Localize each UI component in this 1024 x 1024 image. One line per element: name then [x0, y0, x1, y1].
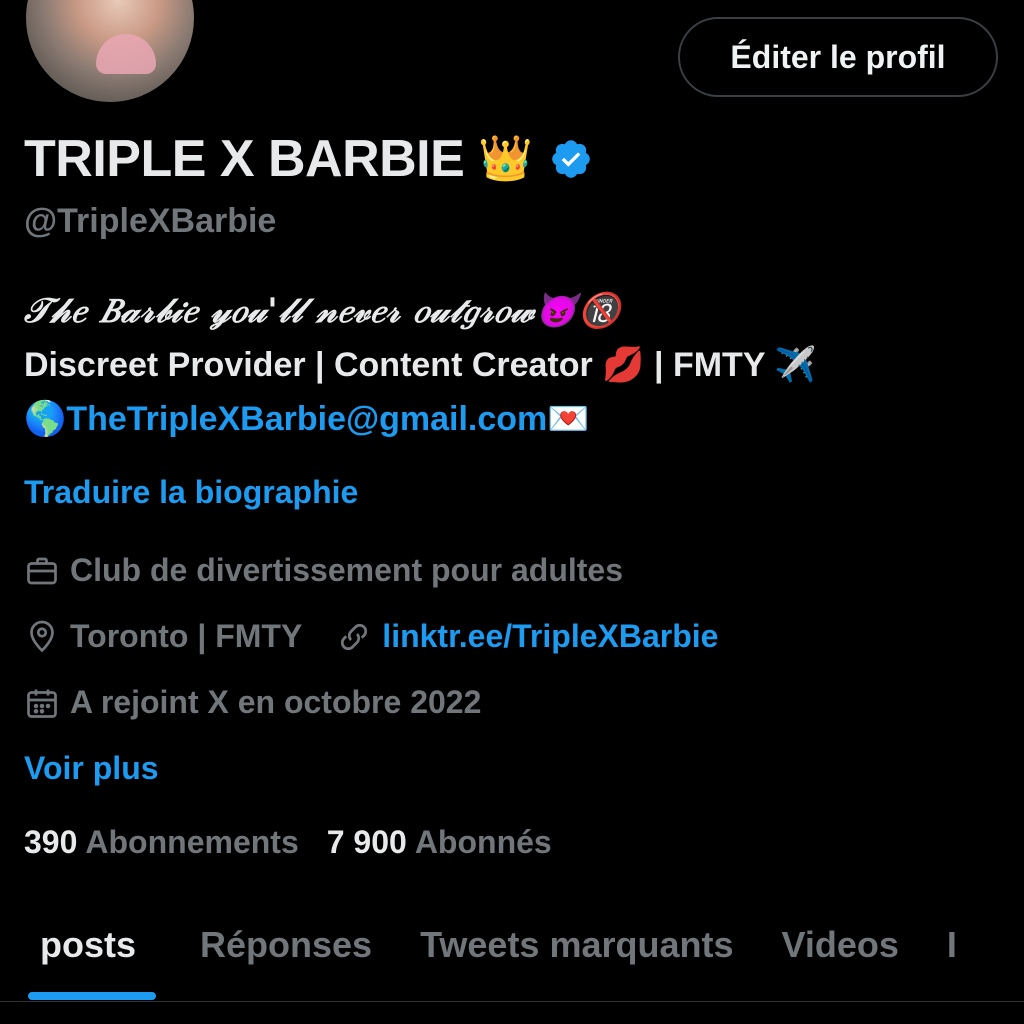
profile-avatar[interactable] [22, 0, 198, 106]
following-label: Abonnements [85, 824, 299, 860]
location-label: Toronto | FMTY [70, 618, 303, 654]
following-link[interactable]: 390 Abonnements [24, 824, 299, 861]
link-icon [341, 623, 368, 650]
calendar-icon [27, 689, 57, 718]
crown-emoji: 👑 [478, 134, 534, 183]
tab-videos[interactable]: Videos [782, 900, 899, 1002]
category-label: Club de divertissement pour adultes [70, 552, 623, 588]
verified-badge-icon[interactable] [549, 137, 593, 181]
globe-emoji: 🌎 [24, 400, 67, 438]
profile-joined: A rejoint X en octobre 2022 [24, 684, 481, 721]
bio-description: Discreet Provider | Content Creator 💋 | … [24, 346, 817, 384]
profile-location-website: Toronto | FMTY linktr.ee/TripleXBarbie [24, 618, 718, 655]
profile-page: Éditer le profil TRIPLE X BARBIE 👑 @Trip… [0, 0, 1024, 1024]
see-more-link[interactable]: Voir plus [24, 750, 159, 787]
followers-link[interactable]: 7 900 Abonnés [327, 824, 552, 861]
profile-handle: @TripleXBarbie [24, 202, 277, 240]
profile-bio: 𝒯𝒽𝑒 𝐵𝒶𝓇𝒷𝒾𝑒 𝓎𝑜𝓊'𝓁𝓁 𝓃𝑒𝓋𝑒𝓇 𝑜𝓊𝓉𝑔𝓇𝑜𝓌😈🔞 Discre… [24, 284, 1004, 446]
profile-name-row: TRIPLE X BARBIE 👑 [24, 128, 593, 190]
website-link[interactable]: linktr.ee/TripleXBarbie [382, 618, 718, 655]
tab-posts[interactable]: posts [40, 900, 136, 1002]
edit-profile-button[interactable]: Éditer le profil [678, 17, 998, 97]
active-tab-indicator [28, 992, 156, 1000]
followers-label: Abonnés [414, 824, 552, 860]
bio-email-link[interactable]: TheTripleXBarbie@gmail.com [66, 400, 547, 438]
translate-bio-link[interactable]: Traduire la biographie [24, 474, 358, 511]
location-pin-icon [30, 620, 54, 652]
tab-replies[interactable]: Réponses [200, 900, 372, 1002]
follow-stats: 390 Abonnements 7 900 Abonnés [24, 824, 580, 861]
followers-count: 7 900 [326, 824, 407, 860]
following-count: 390 [24, 824, 78, 860]
briefcase-icon [27, 557, 57, 584]
display-name: TRIPLE X BARBIE [24, 130, 465, 188]
tab-more[interactable]: I [947, 900, 957, 1002]
bio-tagline: 𝒯𝒽𝑒 𝐵𝒶𝓇𝒷𝒾𝑒 𝓎𝑜𝓊'𝓁𝓁 𝓃𝑒𝓋𝑒𝓇 𝑜𝓊𝓉𝑔𝓇𝑜𝓌😈🔞 [24, 291, 622, 331]
tabs-divider [0, 1001, 1024, 1002]
tab-highlights[interactable]: Tweets marquants [420, 900, 733, 1002]
profile-category: Club de divertissement pour adultes [24, 552, 623, 589]
joined-label: A rejoint X en octobre 2022 [70, 684, 482, 720]
bio-contact: 🌎TheTripleXBarbie@gmail.com💌 [24, 392, 1004, 446]
profile-tabs: posts Réponses Tweets marquants Videos I [0, 900, 1024, 1002]
love-letter-emoji: 💌 [547, 400, 590, 438]
